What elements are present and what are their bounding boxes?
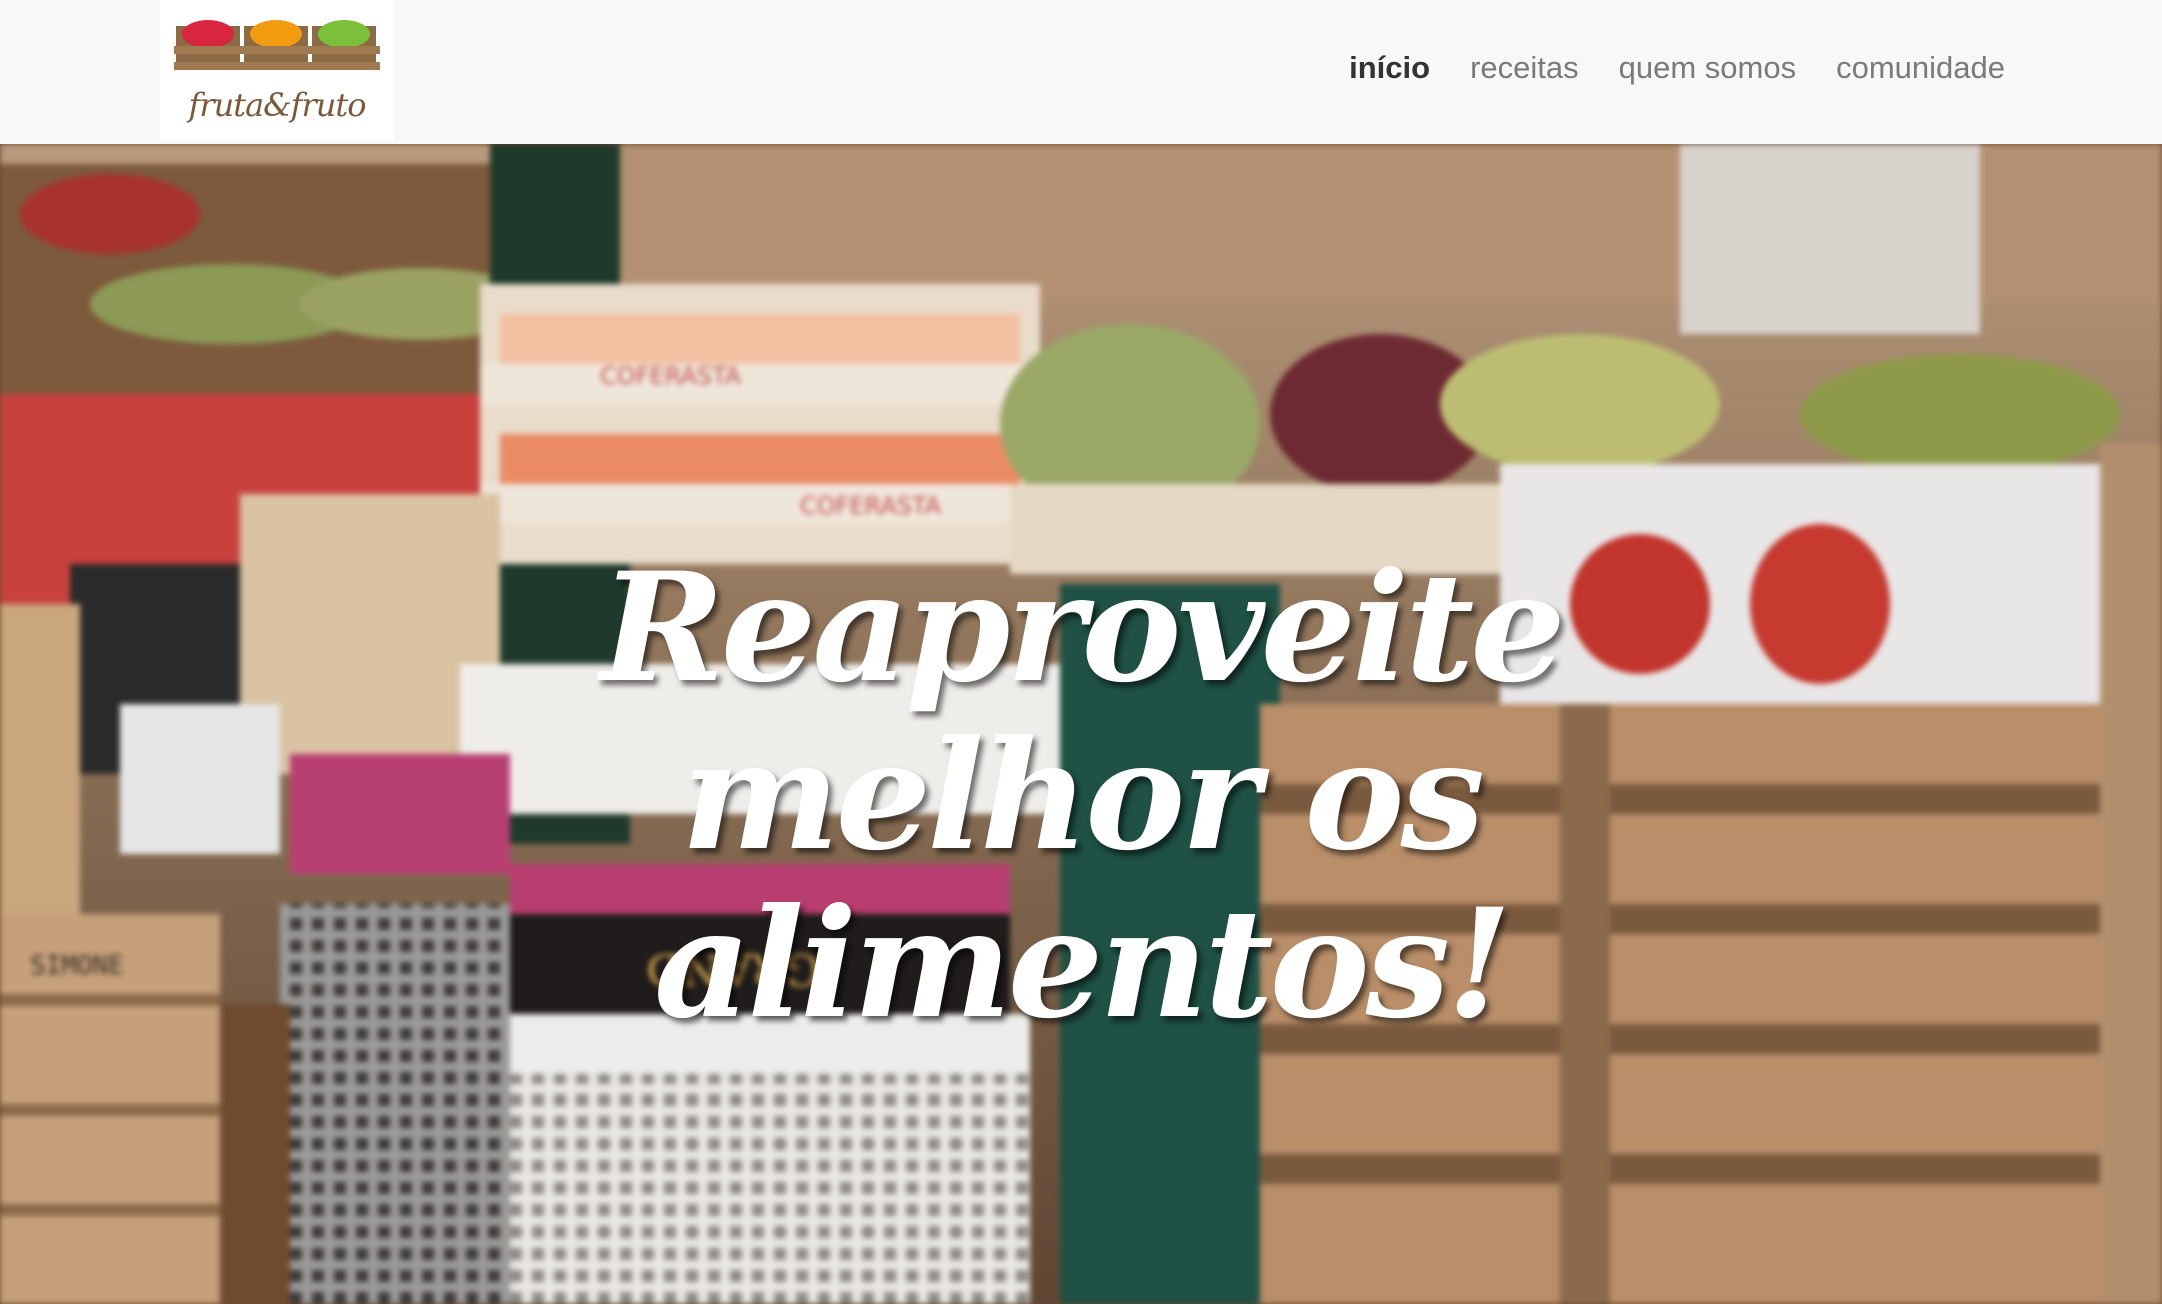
hero-title: Reaproveite melhor os alimentos! [600, 540, 1566, 1052]
hero-banner: COFERASTA COFERASTA GRAND SIMONE Reaprov… [0, 144, 2162, 1304]
nav-item-comunidade[interactable]: comunidade [1836, 50, 2005, 86]
crate-label: COFERASTA [800, 492, 942, 520]
fruit-crates-icon [174, 20, 380, 70]
main-nav: início receitas quem somos comunidade [1349, 50, 2005, 86]
nav-item-quem-somos[interactable]: quem somos [1619, 50, 1796, 86]
navbar: fruta&fruto início receitas quem somos c… [0, 0, 2162, 144]
crate-label: COFERASTA [600, 362, 742, 390]
nav-item-inicio[interactable]: início [1349, 50, 1430, 86]
brand-name: fruta&fruto [188, 86, 366, 124]
nav-item-receitas[interactable]: receitas [1470, 50, 1579, 86]
brand-logo[interactable]: fruta&fruto [160, 0, 394, 141]
